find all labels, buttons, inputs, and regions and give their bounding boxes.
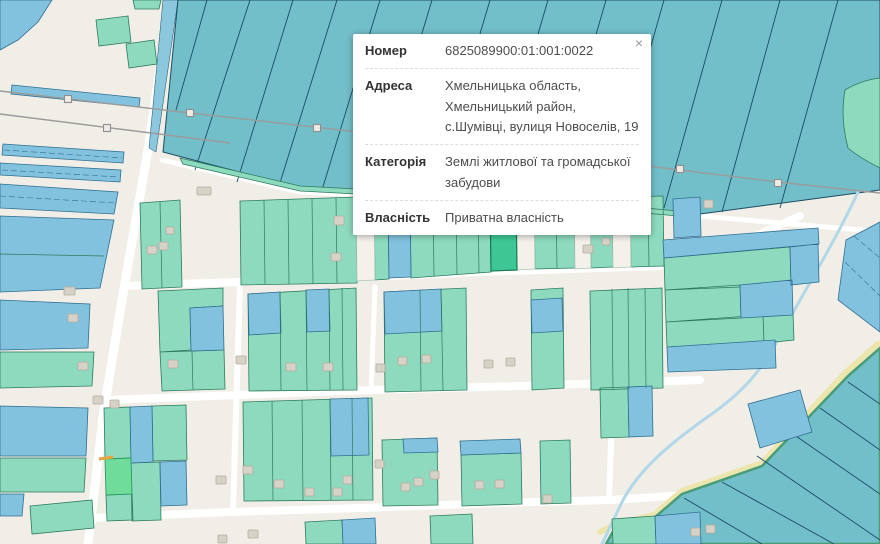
popup-row-ownership: Власність Приватна власність [365,201,639,235]
parcel-marker-tick [98,455,114,461]
field-label: Адреса [365,77,413,93]
highlighted-parcel[interactable] [104,457,133,496]
field-label: Власність [365,209,431,225]
pylon-icon [102,123,112,133]
pylon-icon [63,94,73,104]
cadastral-map-viewport[interactable]: × Номер 6825089900:01:001:0022 Адреса Хм… [0,0,880,544]
popup-row-address: Адреса Хмельницька область, Хмельницький… [365,69,639,146]
field-value: Хмельницька область, Хмельницький район,… [445,77,639,135]
pylon-icon [675,164,685,174]
pylon-icon [312,123,322,133]
field-label: Номер [365,43,407,58]
field-value: Землі житлової та громадської забудови [445,154,631,190]
parcel-info-popup: × Номер 6825089900:01:001:0022 Адреса Хм… [353,34,651,235]
pylon-icon [773,178,783,188]
pylon-icon [185,108,195,118]
popup-row-category: Категорія Землі житлової та громадської … [365,145,639,201]
popup-row-number: Номер 6825089900:01:001:0022 [365,34,639,69]
field-value: 6825089900:01:001:0022 [445,43,594,58]
field-label: Категорія [365,154,427,170]
field-value: Приватна власність [445,209,564,225]
close-icon[interactable]: × [635,36,643,50]
